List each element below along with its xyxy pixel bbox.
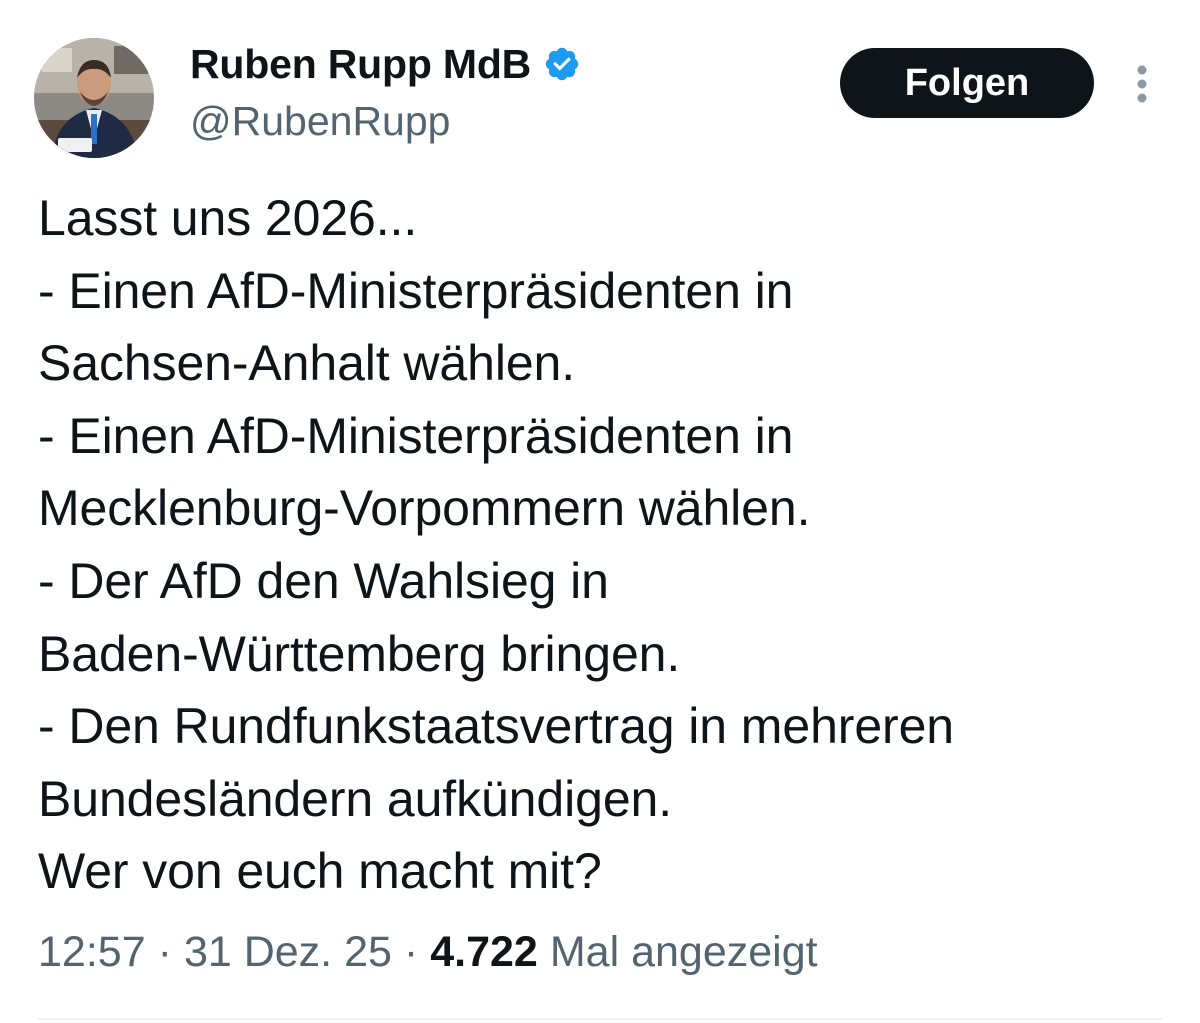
tweet-text-line: Mecklenburg-Vorpommern wählen. — [38, 480, 811, 537]
tweet-text-line: Bundesländern aufkündigen. — [38, 770, 673, 827]
meta-separator: · — [157, 928, 172, 976]
divider — [38, 1018, 1162, 1020]
tweet-time[interactable]: 12:57 — [38, 928, 146, 977]
tweet-header: Ruben Rupp MdB @RubenRupp Folgen — [0, 0, 1200, 170]
follow-button[interactable]: Folgen — [840, 48, 1094, 118]
tweet-meta: 12:57 · 31 Dez. 25 · 4.722 Mal angezeigt — [38, 928, 818, 977]
display-name-row: Ruben Rupp MdB — [190, 36, 581, 92]
views-label: Mal angezeigt — [549, 928, 818, 976]
tweet-text-line: Wer von euch macht mit? — [38, 843, 602, 900]
tweet-text-line: Lasst uns 2026... — [38, 190, 418, 246]
tweet-text-line: Sachsen-Anhalt wählen. — [38, 335, 576, 392]
display-name[interactable]: Ruben Rupp MdB — [190, 41, 531, 88]
meta-separator: · — [403, 928, 419, 976]
tweet-text-line: - Der AfD den Wahlsieg in — [38, 552, 609, 609]
tweet-text: Lasst uns 2026... - Einen AfD-Ministerpr… — [38, 182, 1168, 908]
tweet-text-line: - Einen AfD-Ministerpräsidenten in — [38, 407, 794, 464]
views-count[interactable]: 4.722 — [430, 928, 538, 977]
tweet-text-line: - Einen AfD-Ministerpräsidenten in — [38, 262, 794, 319]
tweet-date[interactable]: 31 Dez. 25 — [184, 928, 392, 977]
tweet-text-line: Baden-Württemberg bringen. — [38, 625, 681, 682]
avatar[interactable] — [34, 38, 154, 158]
author-handle[interactable]: @RubenRupp — [190, 98, 581, 145]
tweet-text-line: - Den Rundfunkstaatsvertrag in mehreren — [38, 698, 954, 755]
author-block: Ruben Rupp MdB @RubenRupp — [190, 36, 581, 145]
more-vertical-icon[interactable] — [1122, 62, 1162, 106]
tweet: Ruben Rupp MdB @RubenRupp Folgen Lasst u… — [0, 0, 1200, 1023]
verified-badge-icon[interactable] — [543, 45, 581, 83]
